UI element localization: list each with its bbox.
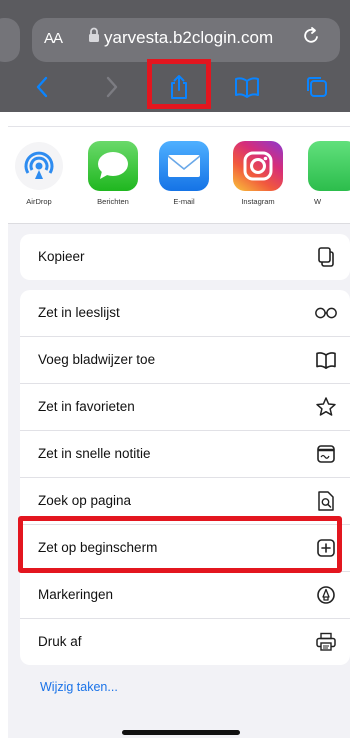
action-quick-note[interactable]: Zet in snelle notitie [20,431,350,478]
action-label: Voeg bladwijzer toe [38,352,156,367]
text-size-label: AA [44,30,63,47]
url-text[interactable]: yarvesta.b2clogin.com [104,28,273,48]
action-group-main: Zet in leeslijst Voeg bladwijzer toe Zet… [20,290,350,665]
lock-icon [89,27,99,42]
action-group-copy: Kopieer [20,234,350,280]
glasses-icon [314,301,338,325]
text-size-button[interactable]: AA [44,30,63,47]
forward-button[interactable] [97,72,127,102]
share-app-label: AirDrop [26,197,52,206]
action-copy[interactable]: Kopieer [20,234,350,280]
share-app-messages[interactable]: Berichten [86,141,140,206]
share-app-instagram[interactable]: Instagram [231,141,285,206]
action-label: Druk af [38,634,82,649]
share-sheet: AirDrop Berichten E-mail Instagram W Kop… [8,126,350,738]
chevron-left-icon [36,76,48,98]
share-app-mail[interactable]: E-mail [157,141,211,206]
book-icon [314,348,338,372]
airdrop-icon [14,141,64,191]
action-label: Markeringen [38,587,114,602]
messages-icon [88,141,138,191]
markup-pen-icon [314,583,338,607]
share-app-label: Berichten [97,197,129,206]
instagram-icon [233,141,283,191]
action-reading-list[interactable]: Zet in leeslijst [20,290,350,337]
browser-toolbar: AA yarvesta.b2clogin.com [0,0,350,112]
find-in-page-icon [314,489,338,513]
tabs-button[interactable] [302,72,332,102]
mail-icon [159,141,209,191]
quick-note-icon [314,442,338,466]
action-label: Zet in favorieten [38,399,135,414]
tabs-icon [307,77,327,97]
action-label: Zet in snelle notitie [38,446,151,461]
action-markup[interactable]: Markeringen [20,572,350,619]
action-add-bookmark[interactable]: Voeg bladwijzer toe [20,337,350,384]
home-screen-action-highlight [18,516,342,573]
edit-actions-link[interactable]: Wijzig taken... [40,680,118,694]
whatsapp-icon [308,141,350,191]
action-add-favorite[interactable]: Zet in favorieten [20,384,350,431]
back-button[interactable] [27,72,57,102]
share-app-label: W [314,197,322,206]
home-indicator[interactable] [122,730,240,735]
star-icon [314,395,338,419]
previous-tab-pill[interactable] [0,18,20,62]
share-apps-row: AirDrop Berichten E-mail Instagram W [8,126,350,224]
share-app-airdrop[interactable]: AirDrop [12,141,66,206]
printer-icon [314,630,338,654]
share-button-highlight [147,59,211,109]
action-label: Zoek op pagina [38,493,132,508]
share-app-whatsapp[interactable]: W [308,141,350,206]
reload-icon[interactable] [303,26,321,46]
chevron-right-icon [106,76,118,98]
share-app-label: Instagram [241,197,275,206]
copy-icon [314,245,338,269]
action-label: Kopieer [38,249,85,264]
bookmarks-button[interactable] [232,72,262,102]
action-label: Zet in leeslijst [38,305,120,320]
book-icon [235,77,259,98]
action-print[interactable]: Druk af [20,619,350,665]
share-app-label: E-mail [173,197,195,206]
